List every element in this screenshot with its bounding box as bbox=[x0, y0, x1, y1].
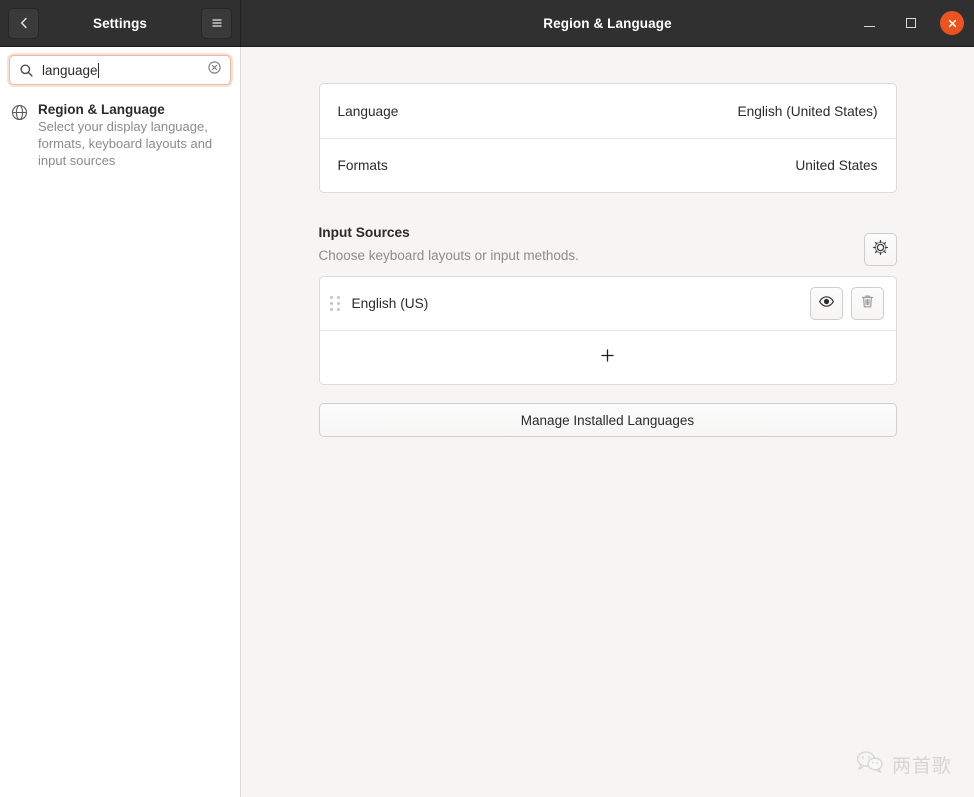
watermark-text: 两首歌 bbox=[892, 751, 952, 778]
back-chevron-icon bbox=[17, 16, 31, 30]
sidebar-header: Settings bbox=[0, 0, 241, 46]
sidebar-title: Settings bbox=[39, 16, 201, 31]
sidebar: language bbox=[0, 47, 241, 797]
trash-icon bbox=[859, 293, 876, 315]
sidebar-item-region-language[interactable]: Region & Language Select your display la… bbox=[0, 93, 240, 179]
content-area: Language English (United States) Formats… bbox=[241, 47, 974, 797]
input-sources-options-button[interactable] bbox=[864, 233, 897, 266]
input-source-row[interactable]: English (US) bbox=[320, 277, 896, 330]
minimize-button[interactable] bbox=[856, 10, 882, 36]
formats-label: Formats bbox=[338, 158, 388, 173]
sidebar-item-text: Region & Language Select your display la… bbox=[38, 101, 221, 169]
sidebar-item-title: Region & Language bbox=[38, 101, 221, 118]
plus-icon bbox=[599, 347, 616, 369]
window-body: language bbox=[0, 47, 974, 797]
language-label: Language bbox=[338, 104, 399, 119]
content-header: Region & Language bbox=[241, 0, 974, 46]
globe-icon bbox=[8, 101, 30, 121]
header-bar: Settings Region & Language bbox=[0, 0, 974, 47]
settings-window: Settings Region & Language bbox=[0, 0, 974, 797]
gear-icon bbox=[872, 239, 889, 261]
add-input-source-button[interactable] bbox=[320, 330, 896, 384]
input-sources-header: Input Sources Choose keyboard layouts or… bbox=[319, 223, 897, 266]
content-inner: Language English (United States) Formats… bbox=[319, 47, 897, 437]
search-field[interactable]: language bbox=[9, 55, 231, 85]
search-input[interactable]: language bbox=[42, 63, 207, 78]
clear-circle-icon bbox=[207, 60, 222, 80]
input-source-actions bbox=[810, 287, 884, 320]
eye-icon bbox=[818, 293, 835, 315]
input-sources-card: English (US) bbox=[319, 276, 897, 385]
search-input-value: language bbox=[42, 63, 98, 78]
wechat-icon bbox=[856, 750, 884, 779]
search-container: language bbox=[0, 47, 240, 93]
hamburger-menu-icon bbox=[210, 16, 224, 30]
drag-handle-icon[interactable] bbox=[330, 296, 344, 311]
manage-installed-languages-button[interactable]: Manage Installed Languages bbox=[319, 403, 897, 437]
window-controls bbox=[856, 10, 966, 36]
input-sources-title: Input Sources bbox=[319, 223, 864, 243]
close-button[interactable] bbox=[940, 11, 964, 35]
text-caret bbox=[98, 63, 99, 78]
input-sources-titles: Input Sources Choose keyboard layouts or… bbox=[319, 223, 864, 266]
input-source-label: English (US) bbox=[352, 296, 429, 311]
language-card: Language English (United States) Formats… bbox=[319, 83, 897, 193]
search-icon bbox=[19, 63, 34, 78]
language-value: English (United States) bbox=[738, 104, 878, 119]
language-row[interactable]: Language English (United States) bbox=[320, 84, 896, 138]
formats-row[interactable]: Formats United States bbox=[320, 138, 896, 192]
remove-input-source-button[interactable] bbox=[851, 287, 884, 320]
main-menu-button[interactable] bbox=[201, 8, 232, 39]
formats-value: United States bbox=[795, 158, 877, 173]
back-button[interactable] bbox=[8, 8, 39, 39]
watermark: 两首歌 bbox=[856, 750, 952, 779]
close-icon bbox=[947, 18, 958, 29]
show-keyboard-layout-button[interactable] bbox=[810, 287, 843, 320]
clear-search-button[interactable] bbox=[207, 60, 222, 80]
maximize-button[interactable] bbox=[898, 10, 924, 36]
input-sources-subtitle: Choose keyboard layouts or input methods… bbox=[319, 245, 864, 266]
sidebar-item-description: Select your display language, formats, k… bbox=[38, 118, 221, 169]
